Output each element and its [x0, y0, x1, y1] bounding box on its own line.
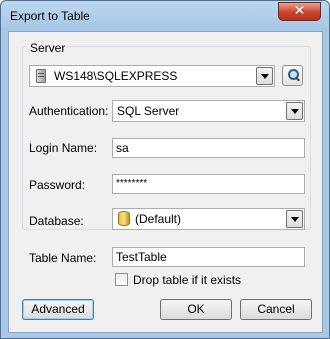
password-field[interactable]: ********	[112, 174, 305, 194]
ok-button[interactable]: OK	[160, 299, 232, 320]
table-name-field[interactable]: TestTable	[112, 247, 305, 267]
drop-table-checkbox[interactable]	[115, 273, 128, 286]
advanced-button[interactable]: Advanced	[22, 299, 94, 320]
login-name-value: sa	[116, 141, 129, 155]
authentication-label: Authentication:	[29, 104, 109, 118]
chevron-down-icon[interactable]	[286, 102, 303, 120]
chevron-down-icon[interactable]	[256, 67, 273, 85]
browse-servers-button[interactable]	[282, 65, 303, 86]
table-name-label: Table Name:	[29, 251, 97, 265]
database-value: (Default)	[135, 212, 182, 226]
database-icon	[118, 211, 130, 226]
authentication-select[interactable]: SQL Server	[112, 100, 305, 122]
server-value: WS148\SQLEXPRESS	[54, 69, 178, 83]
table-name-value: TestTable	[116, 250, 167, 264]
login-name-field[interactable]: sa	[112, 138, 305, 158]
chevron-down-icon[interactable]	[286, 210, 303, 228]
database-combobox[interactable]: (Default)	[112, 208, 305, 230]
cancel-button[interactable]: Cancel	[240, 299, 312, 320]
password-label: Password:	[29, 178, 86, 192]
dialog-client-area: Server WS148\SQLEXPRESS Authentication: …	[8, 31, 323, 333]
export-to-table-dialog: Export to Table ✕ Server WS148\SQLEXPRES…	[0, 0, 330, 339]
database-label: Database:	[29, 214, 84, 228]
login-name-label: Login Name:	[29, 141, 98, 155]
server-group-label: Server	[27, 41, 69, 55]
close-button[interactable]: ✕	[278, 2, 321, 21]
authentication-value: SQL Server	[117, 104, 180, 118]
title-bar[interactable]: Export to Table ✕	[1, 1, 329, 31]
server-icon	[36, 69, 46, 83]
server-combobox[interactable]: WS148\SQLEXPRESS	[29, 65, 275, 87]
window-title: Export to Table	[10, 9, 90, 23]
password-value: ********	[116, 178, 148, 189]
close-icon: ✕	[293, 3, 306, 19]
drop-table-label[interactable]: Drop table if it exists	[133, 273, 241, 287]
